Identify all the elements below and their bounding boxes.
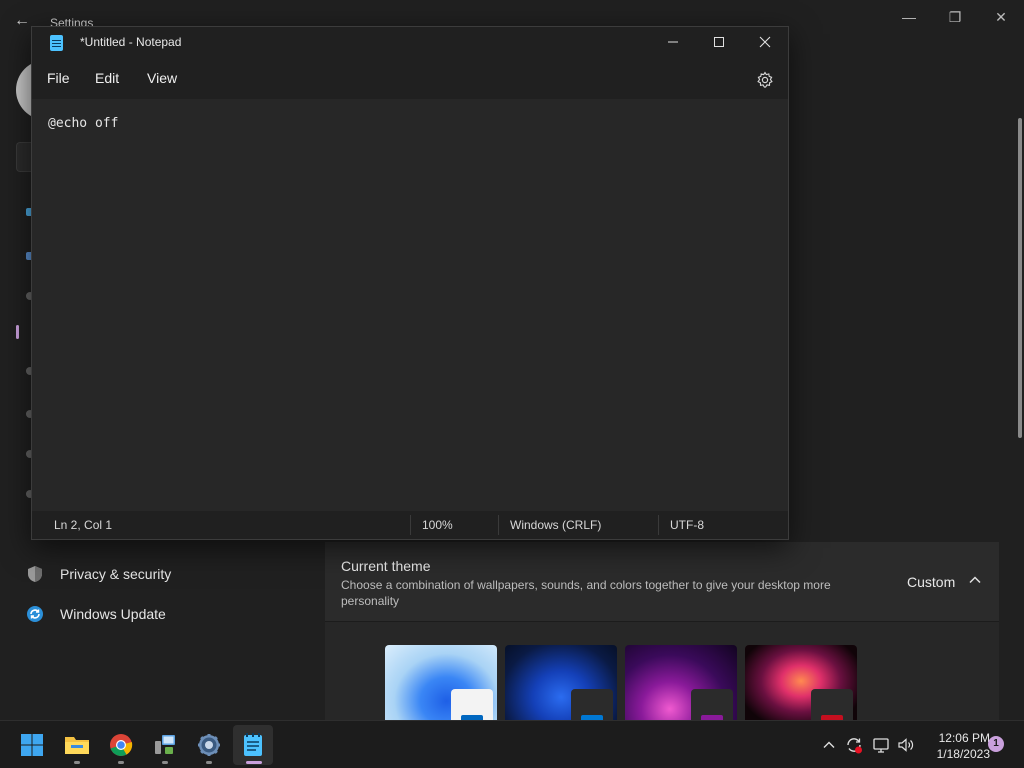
- file-explorer-button[interactable]: [57, 725, 97, 765]
- remote-app-button[interactable]: [145, 725, 185, 765]
- settings-app-button[interactable]: [189, 725, 229, 765]
- network-icon[interactable]: [872, 736, 890, 754]
- settings-gear-icon: [198, 734, 220, 756]
- chevron-up-icon[interactable]: [967, 572, 983, 588]
- shield-icon: [26, 565, 44, 583]
- menu-file[interactable]: File: [44, 70, 73, 86]
- current-theme-value: Custom: [907, 574, 956, 590]
- menu-bar: File Edit View: [32, 59, 788, 99]
- sidebar-item-windows-update[interactable]: Windows Update: [16, 596, 306, 632]
- window-title: *Untitled - Notepad: [80, 35, 182, 49]
- volume-icon[interactable]: [897, 736, 915, 754]
- chevron-up-icon[interactable]: [820, 736, 838, 754]
- running-indicator: [118, 761, 124, 764]
- settings-scrollbar[interactable]: [1018, 118, 1022, 438]
- remote-desktop-icon: [155, 735, 175, 754]
- settings-restore-button[interactable]: ❐: [932, 6, 978, 28]
- start-button[interactable]: [12, 725, 52, 765]
- chrome-button[interactable]: [101, 725, 141, 765]
- notification-badge[interactable]: 1: [988, 736, 1004, 752]
- sidebar-selection-indicator: [16, 325, 19, 339]
- editor-content: @echo off: [48, 116, 119, 131]
- settings-minimize-button[interactable]: —: [886, 6, 932, 28]
- maximize-button[interactable]: [696, 27, 742, 57]
- minimize-button[interactable]: [650, 27, 696, 57]
- theme-gallery: [325, 622, 999, 725]
- sync-error-icon[interactable]: [845, 736, 863, 754]
- minimize-icon: [668, 41, 678, 43]
- current-theme-card[interactable]: Current theme Choose a combination of wa…: [325, 542, 999, 622]
- notepad-titlebar[interactable]: *Untitled - Notepad: [32, 27, 788, 59]
- gear-icon[interactable]: [756, 71, 774, 89]
- status-divider: [410, 515, 411, 535]
- close-icon: [759, 36, 771, 48]
- sidebar-item-label: Windows Update: [60, 606, 166, 622]
- running-indicator: [162, 761, 168, 764]
- theme-thumbnail-dark[interactable]: [505, 645, 617, 725]
- settings-close-button[interactable]: ✕: [978, 6, 1024, 28]
- menu-edit[interactable]: Edit: [92, 70, 122, 86]
- status-bar: Ln 2, Col 1 100% Windows (CRLF) UTF-8: [32, 511, 788, 539]
- taskbar: 12:06 PM 1/18/2023 1: [0, 720, 1024, 768]
- theme-thumbnail-light[interactable]: [385, 645, 497, 725]
- status-divider: [498, 515, 499, 535]
- chrome-icon: [110, 734, 133, 756]
- status-divider: [658, 515, 659, 535]
- clock[interactable]: 12:06 PM 1/18/2023: [918, 730, 990, 762]
- notepad-icon: [50, 35, 63, 51]
- running-indicator: [74, 761, 80, 764]
- notepad-icon: [244, 733, 262, 756]
- sidebar-item-privacy-security[interactable]: Privacy & security: [16, 556, 306, 592]
- back-arrow-icon[interactable]: ←: [14, 12, 30, 30]
- clock-date: 1/18/2023: [936, 747, 990, 761]
- active-indicator: [246, 761, 262, 764]
- current-theme-title: Current theme: [341, 558, 431, 574]
- clock-time: 12:06 PM: [938, 731, 990, 745]
- zoom-level: 100%: [422, 518, 453, 532]
- windows-logo-icon: [21, 734, 43, 756]
- theme-thumbnail-glow[interactable]: [625, 645, 737, 725]
- windows-update-icon: [26, 605, 44, 623]
- notepad-app-button[interactable]: [233, 725, 273, 765]
- theme-thumbnail-captured-motion[interactable]: [745, 645, 857, 725]
- current-theme-description: Choose a combination of wallpapers, soun…: [341, 578, 831, 608]
- close-button[interactable]: [742, 27, 788, 57]
- line-ending: Windows (CRLF): [510, 518, 602, 532]
- running-indicator: [206, 761, 212, 764]
- maximize-icon: [714, 37, 724, 47]
- notepad-window: *Untitled - Notepad File Edit View @echo…: [31, 26, 789, 540]
- text-editor[interactable]: @echo off: [40, 99, 780, 509]
- folder-icon: [65, 737, 89, 754]
- sidebar-item-label: Privacy & security: [60, 566, 172, 582]
- menu-view[interactable]: View: [144, 70, 180, 86]
- cursor-position: Ln 2, Col 1: [54, 518, 113, 532]
- encoding: UTF-8: [670, 518, 704, 532]
